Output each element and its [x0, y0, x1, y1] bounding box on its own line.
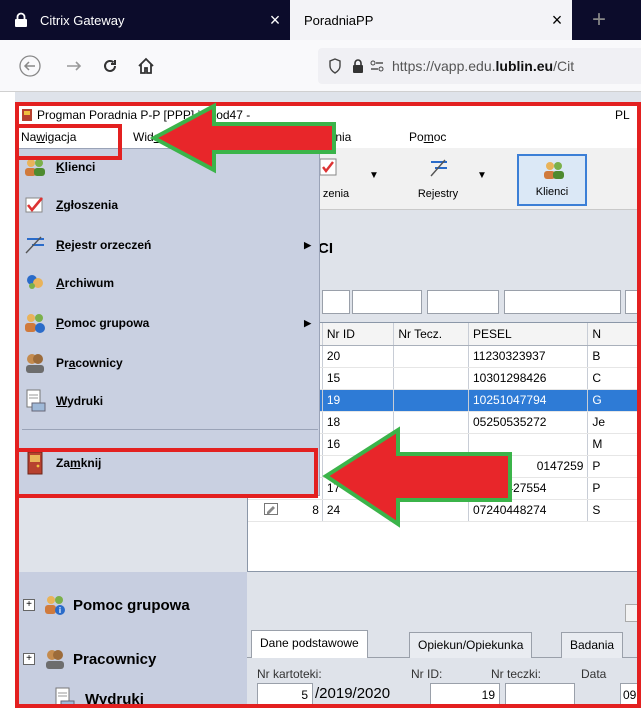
menu-item-wydruki[interactable]: Wydruki [16, 383, 321, 419]
column-header[interactable]: N [587, 323, 640, 346]
nawigacja-dropdown-menu: Klienci Zgłoszenia Rejestr orzeczeń ▶ Ar… [15, 148, 320, 496]
tab-poradniapp[interactable]: PoradniaPP × [290, 0, 572, 40]
detail-tabs: Dane podstawowe Opiekun/Opiekunka Badani… [247, 628, 641, 658]
chevron-down-icon[interactable]: ▼ [477, 170, 487, 181]
permissions-icon[interactable] [370, 60, 384, 72]
lock-icon [12, 11, 30, 29]
tab-dane-podstawowe[interactable]: Dane podstawowe [251, 630, 368, 658]
browser-tab-strip: Citrix Gateway × PoradniaPP × + [0, 0, 641, 40]
app-menubar: Nawigacja Widok vienia Pomoc [15, 126, 641, 148]
label-data: Data [581, 667, 607, 681]
table-row[interactable]: 8 24 07240448274 S [248, 499, 640, 522]
app-titlebar: Progman Poradnia P-P [PPP] jestod47 - PL [15, 104, 641, 126]
app-title: Progman Poradnia P-P [PPP] jestod47 - [37, 108, 251, 122]
printout-icon [22, 388, 48, 414]
column-header[interactable]: Nr Tecz. [393, 323, 469, 346]
label-nr-kartoteki: Nr kartoteki: [257, 667, 322, 681]
nr-teczki-field[interactable] [505, 683, 575, 708]
workers-icon [43, 648, 67, 670]
filter-input-nrtecz[interactable] [427, 290, 499, 314]
tab-badania[interactable]: Badania [561, 632, 624, 658]
close-tab-button[interactable]: × [260, 10, 290, 31]
menu-item-rejestr-orzeczen[interactable]: Rejestr orzeczeń ▶ [16, 227, 321, 263]
group-help-icon: i [43, 594, 67, 616]
menu-widok[interactable]: Widok [133, 130, 166, 144]
menu-pomoc[interactable]: Pomoc [409, 130, 446, 144]
expand-icon[interactable]: + [23, 653, 35, 665]
home-icon[interactable] [132, 52, 160, 80]
filter-input-pesel[interactable] [504, 290, 621, 314]
browser-navbar: https://vapp.edu.lublin.eu/Cit [0, 40, 641, 92]
submenu-arrow-icon: ▶ [304, 317, 311, 328]
expand-icon[interactable]: + [23, 599, 35, 611]
kartoteka-number-field[interactable]: 5 [257, 683, 313, 708]
shield-icon[interactable] [328, 58, 342, 74]
checkmark-icon [22, 192, 48, 218]
checkmark-icon [319, 158, 337, 179]
people-icon [22, 154, 48, 180]
tab-citrix-gateway[interactable]: Citrix Gateway × [0, 0, 290, 40]
navigation-tree: + i Pomoc grupowa + Pracownicy Wydruki [15, 572, 247, 708]
tab-opiekun[interactable]: Opiekun/Opiekunka [409, 632, 533, 658]
menu-nawigacja[interactable]: Nawigacja [21, 130, 76, 144]
column-header[interactable]: PESEL [468, 323, 589, 346]
label-nr-teczki: Nr teczki: [491, 667, 542, 681]
menu-ustawienia[interactable]: vienia [320, 130, 351, 144]
menu-item-archiwum[interactable]: Archiwum [16, 265, 321, 301]
klienci-toolbar-button[interactable]: Klienci [517, 154, 587, 206]
menu-item-pracownicy[interactable]: Pracownicy [16, 345, 321, 381]
menu-item-zamknij[interactable]: Zamknij [16, 445, 321, 481]
forward-icon[interactable] [60, 52, 88, 80]
exit-door-icon [22, 450, 48, 476]
url-text: https://vapp.edu.lublin.eu/Cit [392, 58, 575, 74]
app-logo-icon [21, 108, 33, 122]
tab-title: PoradniaPP [304, 12, 374, 28]
app-toolbar: zenia ▼ Rejestry ▼ Klienci [311, 148, 641, 210]
register-icon [22, 232, 48, 258]
address-bar[interactable]: https://vapp.edu.lublin.eu/Cit [318, 48, 641, 84]
submenu-arrow-icon: ▶ [304, 239, 311, 250]
filter-input-n[interactable] [625, 290, 641, 314]
close-tab-button[interactable]: × [542, 10, 572, 31]
archive-icon [22, 270, 48, 296]
edit-icon[interactable] [264, 502, 278, 518]
chevron-down-icon[interactable]: ▼ [369, 170, 379, 181]
label-nr-id: Nr ID: [411, 667, 443, 681]
rejestry-toolbar-button[interactable]: Rejestry [403, 154, 473, 206]
tree-item-pracownicy[interactable]: + Pracownicy [23, 644, 156, 674]
printout-icon [53, 687, 75, 708]
people-icon [543, 160, 565, 183]
reload-icon[interactable] [96, 52, 124, 80]
menu-item-pomoc-grupowa[interactable]: Pomoc grupowa ▶ [16, 305, 321, 341]
nr-id-field[interactable]: 19 [430, 683, 500, 708]
menu-item-zgloszenia[interactable]: Zgłoszenia [16, 187, 321, 223]
menu-separator [22, 429, 318, 430]
group-help-icon [22, 310, 48, 336]
tree-item-wydruki[interactable]: Wydruki [53, 684, 144, 708]
column-header[interactable]: Nr ID [322, 323, 395, 346]
kartoteka-year-text: /2019/2020 [315, 685, 391, 702]
menu-item-klienci[interactable]: Klienci [16, 149, 321, 185]
app-title-right: PL [615, 108, 630, 122]
data-field[interactable]: 09 [620, 683, 641, 708]
filter-input-nrid[interactable] [352, 290, 422, 314]
back-icon[interactable] [16, 52, 44, 80]
tab-title: Citrix Gateway [40, 12, 125, 28]
horizontal-scrollbar[interactable] [625, 604, 641, 622]
workers-icon [22, 350, 48, 376]
new-tab-button[interactable]: + [585, 6, 613, 34]
register-icon [429, 158, 449, 181]
padlock-icon[interactable] [352, 59, 364, 73]
svg-text:i: i [59, 606, 61, 615]
filter-input-lp[interactable] [322, 290, 350, 314]
tree-item-pomoc-grupowa[interactable]: + i Pomoc grupowa [23, 590, 190, 620]
